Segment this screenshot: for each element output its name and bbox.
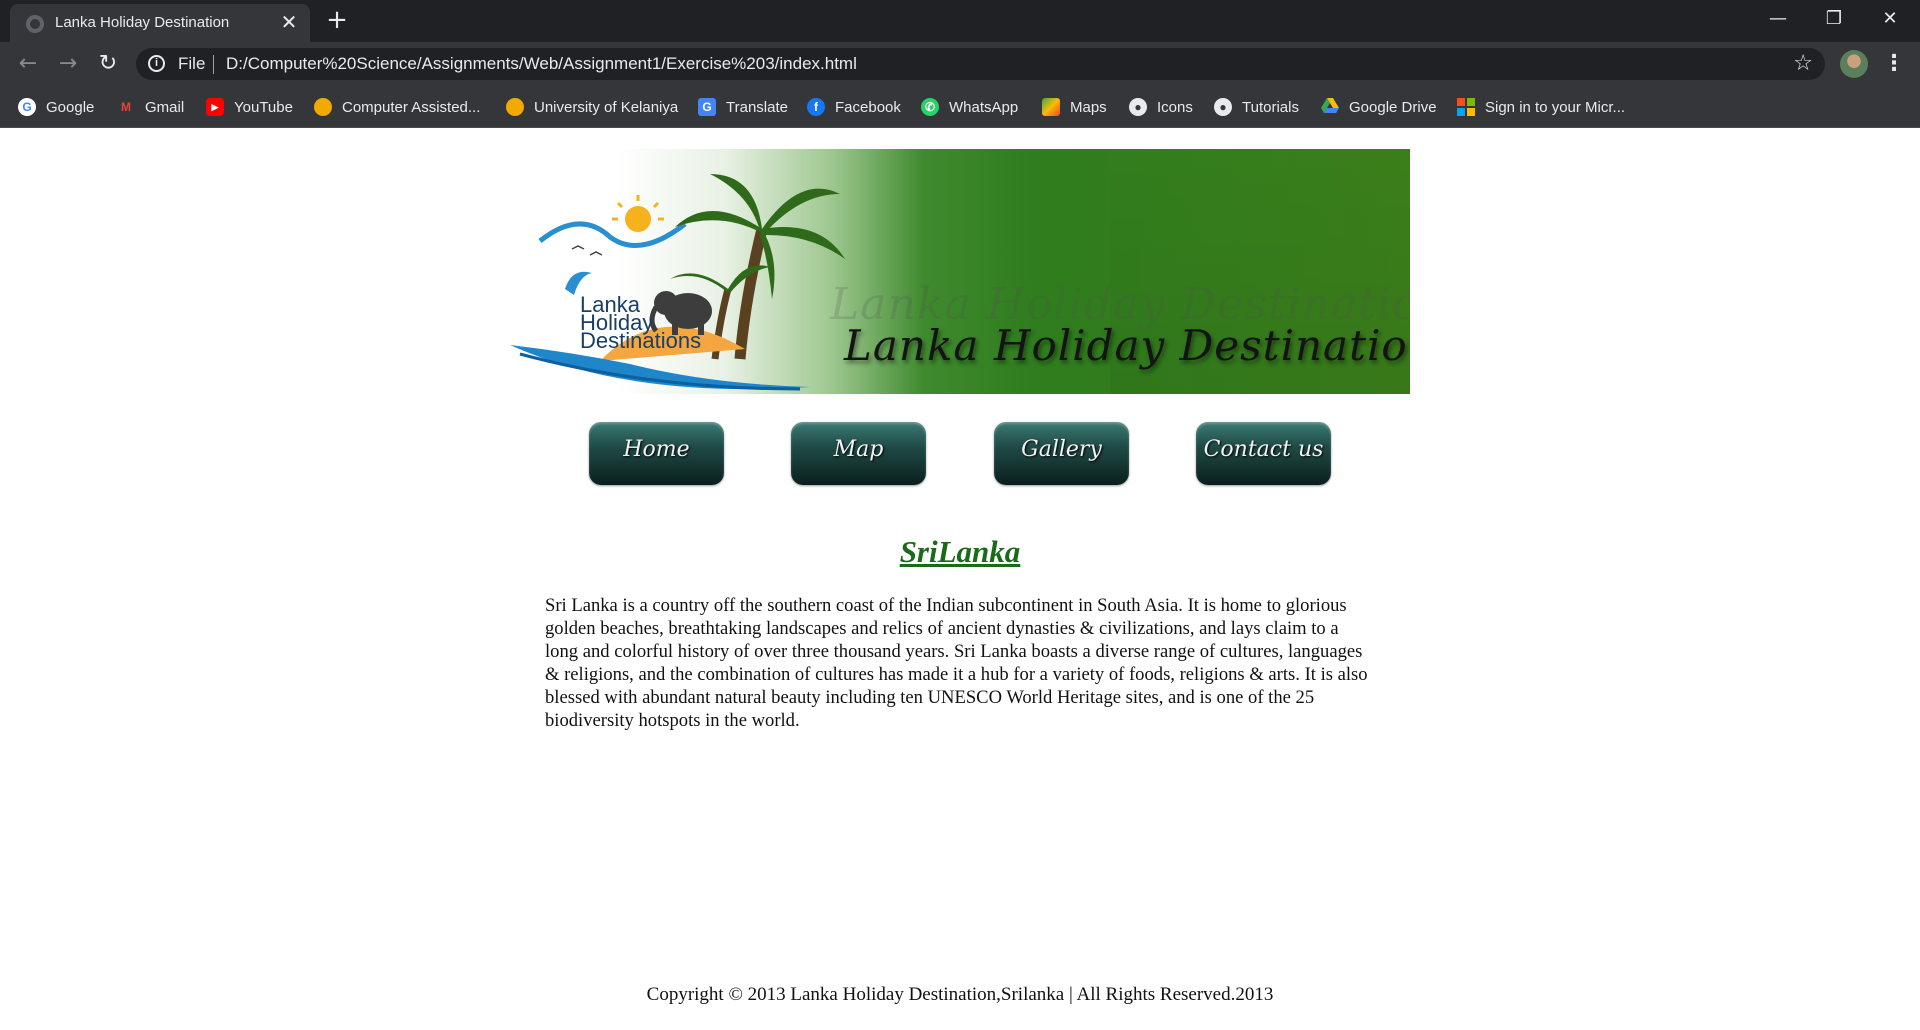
bookmark-label: Google	[46, 98, 95, 116]
bookmark-label: Icons	[1157, 98, 1193, 116]
site-navbar: Home Map Gallery Contact us	[0, 422, 1920, 486]
bookmark-label: WhatsApp	[949, 98, 1019, 116]
info-icon[interactable]: i	[148, 55, 165, 72]
bookmark-label: Gmail	[145, 98, 185, 116]
bookmark-computer-assisted[interactable]: Computer Assisted...	[314, 94, 480, 120]
address-bar[interactable]: i File D:/Computer%20Science/Assignments…	[136, 48, 1825, 80]
bookmark-microsoft[interactable]: Sign in to your Micr...	[1457, 94, 1625, 120]
banner-title: Lanka Holiday Destination	[844, 321, 1410, 370]
url-text[interactable]: D:/Computer%20Science/Assignments/Web/As…	[226, 54, 857, 74]
site-banner: Lanka Holiday Destinations Lanka Holiday…	[510, 149, 1410, 394]
back-arrow-icon[interactable]: ←	[14, 50, 42, 78]
bookmark-google[interactable]: G Google	[18, 94, 94, 120]
bookmark-university-of-kelaniya[interactable]: University of Kelaniya	[506, 94, 678, 120]
facebook-icon: f	[807, 98, 825, 116]
bookmark-icons[interactable]: ● Icons	[1129, 94, 1193, 120]
tab-title: Lanka Holiday Destination	[55, 14, 230, 31]
minimize-window-button[interactable]: —	[1750, 0, 1806, 38]
bookmark-google-drive[interactable]: Google Drive	[1321, 94, 1437, 120]
moodle-icon	[314, 98, 332, 116]
nav-contact-us-button[interactable]: Contact us	[1196, 422, 1331, 485]
nav-gallery-button[interactable]: Gallery	[994, 422, 1129, 485]
logo-text-line-3: Destinations	[580, 328, 702, 353]
close-window-button[interactable]: ✕	[1862, 0, 1918, 38]
bookmark-label: Tutorials	[1242, 98, 1299, 116]
drive-icon	[1321, 98, 1339, 116]
bookmark-label: Computer Assisted...	[342, 98, 481, 116]
microsoft-icon	[1457, 98, 1475, 116]
page-heading: SriLanka	[899, 534, 1021, 569]
profile-avatar[interactable]	[1840, 50, 1868, 78]
bookmark-translate[interactable]: G Translate	[698, 94, 788, 120]
browser-tab[interactable]: Lanka Holiday Destination ✕	[10, 4, 310, 42]
bookmark-star-icon[interactable]: ☆	[1793, 51, 1813, 76]
bookmark-label: Translate	[726, 98, 788, 116]
bookmark-label: University of Kelaniya	[534, 98, 679, 116]
nav-home-button[interactable]: Home	[589, 422, 724, 485]
restore-window-button[interactable]: ❐	[1806, 0, 1862, 38]
new-tab-button[interactable]: +	[323, 6, 351, 34]
bookmark-label: Sign in to your Micr...	[1485, 98, 1626, 116]
browser-toolbar: ← → ↻ i File D:/Computer%20Science/Assig…	[0, 42, 1920, 86]
forward-arrow-icon[interactable]: →	[54, 50, 82, 78]
web-page: Lanka Holiday Destinations Lanka Holiday…	[0, 128, 1920, 1030]
bookmark-facebook[interactable]: f Facebook	[807, 94, 901, 120]
page-footer: Copyright © 2013 Lanka Holiday Destinati…	[646, 984, 1274, 1005]
whatsapp-icon: ✆	[921, 98, 939, 116]
bookmark-maps[interactable]: Maps	[1042, 94, 1107, 120]
intro-paragraph: Sri Lanka is a country off the southern …	[545, 595, 1368, 731]
bookmark-whatsapp[interactable]: ✆ WhatsApp	[921, 94, 1018, 120]
university-icon	[506, 98, 524, 116]
bookmark-tutorials[interactable]: ● Tutorials	[1214, 94, 1299, 120]
globe-icon: ●	[1129, 98, 1147, 116]
browser-menu-icon[interactable]: ⋮	[1882, 50, 1906, 78]
url-scheme-label: File	[178, 54, 206, 73]
bookmark-label: Google Drive	[1349, 98, 1437, 116]
close-tab-icon[interactable]: ✕	[278, 11, 300, 33]
google-icon: G	[18, 98, 36, 116]
sun-icon	[612, 195, 664, 232]
maps-icon	[1042, 98, 1060, 116]
globe-icon	[26, 15, 44, 33]
translate-icon: G	[698, 98, 716, 116]
address-separator	[213, 55, 214, 74]
palm-trunk	[734, 227, 768, 360]
youtube-icon: ▶	[206, 98, 224, 116]
reload-icon[interactable]: ↻	[94, 50, 122, 78]
logo-wave-top	[538, 221, 687, 248]
bookmark-label: Facebook	[835, 98, 901, 116]
globe-icon: ●	[1214, 98, 1232, 116]
bookmarks-bar: G Google M Gmail ▶ YouTube Computer Assi…	[0, 86, 1920, 128]
gmail-icon: M	[121, 100, 131, 114]
bookmark-gmail[interactable]: M Gmail	[117, 94, 184, 120]
bookmark-label: YouTube	[234, 98, 293, 116]
bookmark-label: Maps	[1070, 98, 1107, 116]
bookmark-youtube[interactable]: ▶ YouTube	[206, 94, 293, 120]
browser-titlebar: Lanka Holiday Destination ✕ + — ❐ ✕	[0, 0, 1920, 42]
nav-map-button[interactable]: Map	[791, 422, 926, 485]
